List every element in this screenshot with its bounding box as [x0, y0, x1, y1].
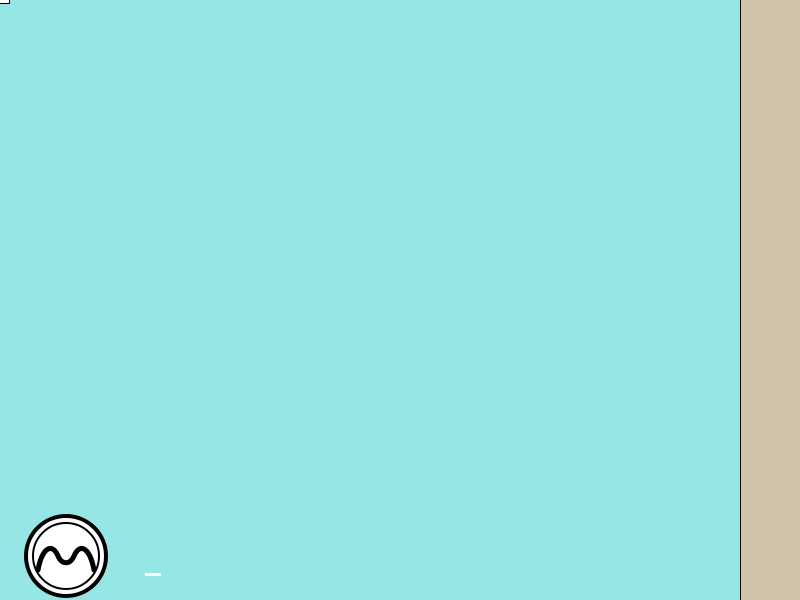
cloud-cover-legend-panel [740, 0, 800, 600]
station-temperatures-layer [0, 0, 800, 600]
weather-map[interactable] [0, 0, 800, 600]
cloud-cover-colorbar [741, 0, 800, 600]
title-bar [0, 0, 10, 4]
metmaps-logo[interactable] [4, 512, 144, 600]
logo-outer-ring [26, 516, 106, 596]
copyright[interactable] [145, 573, 161, 576]
